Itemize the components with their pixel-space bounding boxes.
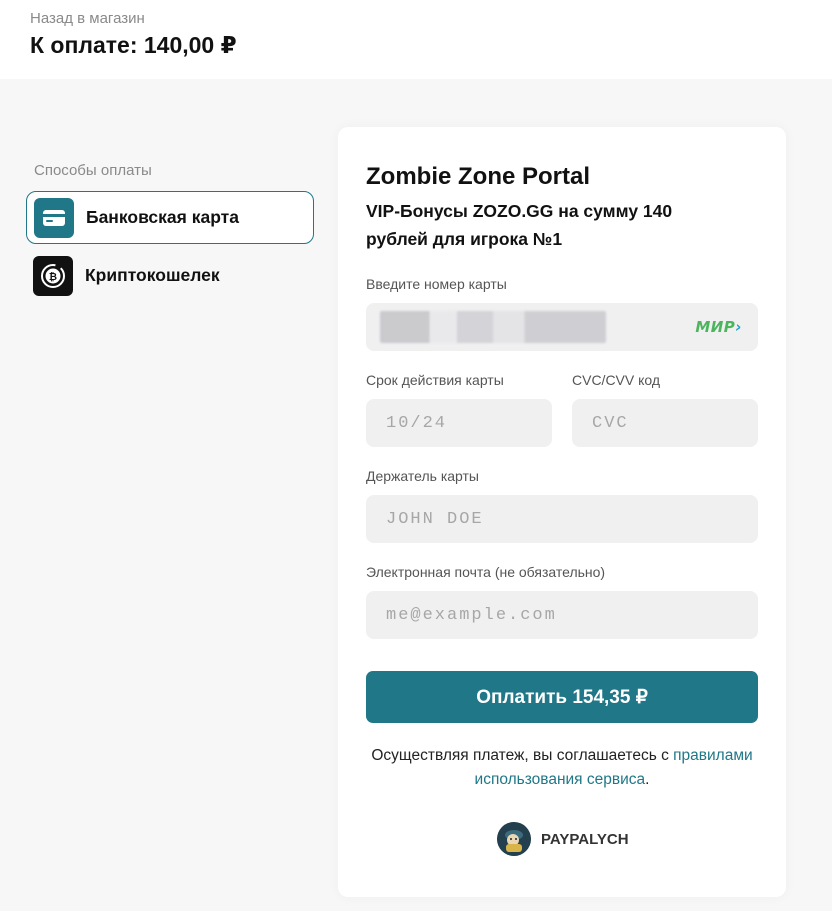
- provider-name: PAYPALYCH: [541, 830, 629, 848]
- card-holder-input[interactable]: [366, 495, 758, 543]
- masked-card-number: [380, 311, 606, 343]
- card-number-label: Введите номер карты: [366, 276, 507, 292]
- email-input[interactable]: [366, 591, 758, 639]
- terms-text: Осуществляя платеж, вы соглашаетесь с: [371, 747, 674, 764]
- pay-button[interactable]: Оплатить 154,35 ₽: [366, 671, 758, 723]
- card-number-input[interactable]: МИР›: [366, 303, 758, 351]
- expiry-label: Срок действия карты: [366, 372, 504, 388]
- email-label: Электронная почта (не обязательно): [366, 564, 606, 580]
- mir-logo-icon: МИР›: [695, 318, 742, 336]
- order-description: VIP-Бонусы ZOZO.GG на сумму 140 рублей д…: [366, 201, 673, 249]
- cvc-label: CVC/CVV код: [572, 372, 661, 388]
- payment-method-label: Банковская карта: [86, 207, 239, 227]
- terms-suffix: .: [645, 771, 650, 788]
- payment-form-card: Zombie Zone Portal VIP-Бонусы ZOZO.GG на…: [338, 127, 786, 897]
- payment-methods-title: Способы оплаты: [34, 162, 152, 179]
- merchant-name: Zombie Zone Portal: [366, 163, 591, 190]
- cvc-input[interactable]: [572, 399, 758, 447]
- card-holder-label: Держатель карты: [366, 468, 479, 484]
- svg-text:₿: ₿: [49, 271, 57, 283]
- terms-notice: Осуществляя платеж, вы соглашаетесь с пр…: [358, 744, 766, 792]
- payment-method-crypto-wallet[interactable]: ₿ Криптокошелек: [26, 249, 314, 302]
- back-to-shop-link[interactable]: Назад в магазин: [30, 10, 145, 27]
- payment-method-label: Криптокошелек: [85, 265, 220, 285]
- payment-method-bank-card[interactable]: Банковская карта: [26, 191, 314, 244]
- paypalych-logo-icon: [497, 822, 531, 856]
- expiry-input[interactable]: [366, 399, 552, 447]
- credit-card-icon: [34, 197, 74, 238]
- bitcoin-icon: ₿: [33, 255, 73, 296]
- top-bar: Назад в магазин К оплате: 140,00 ₽: [0, 0, 832, 79]
- amount-title: К оплате: 140,00 ₽: [30, 32, 237, 58]
- payment-provider-brand: PAYPALYCH: [497, 822, 629, 856]
